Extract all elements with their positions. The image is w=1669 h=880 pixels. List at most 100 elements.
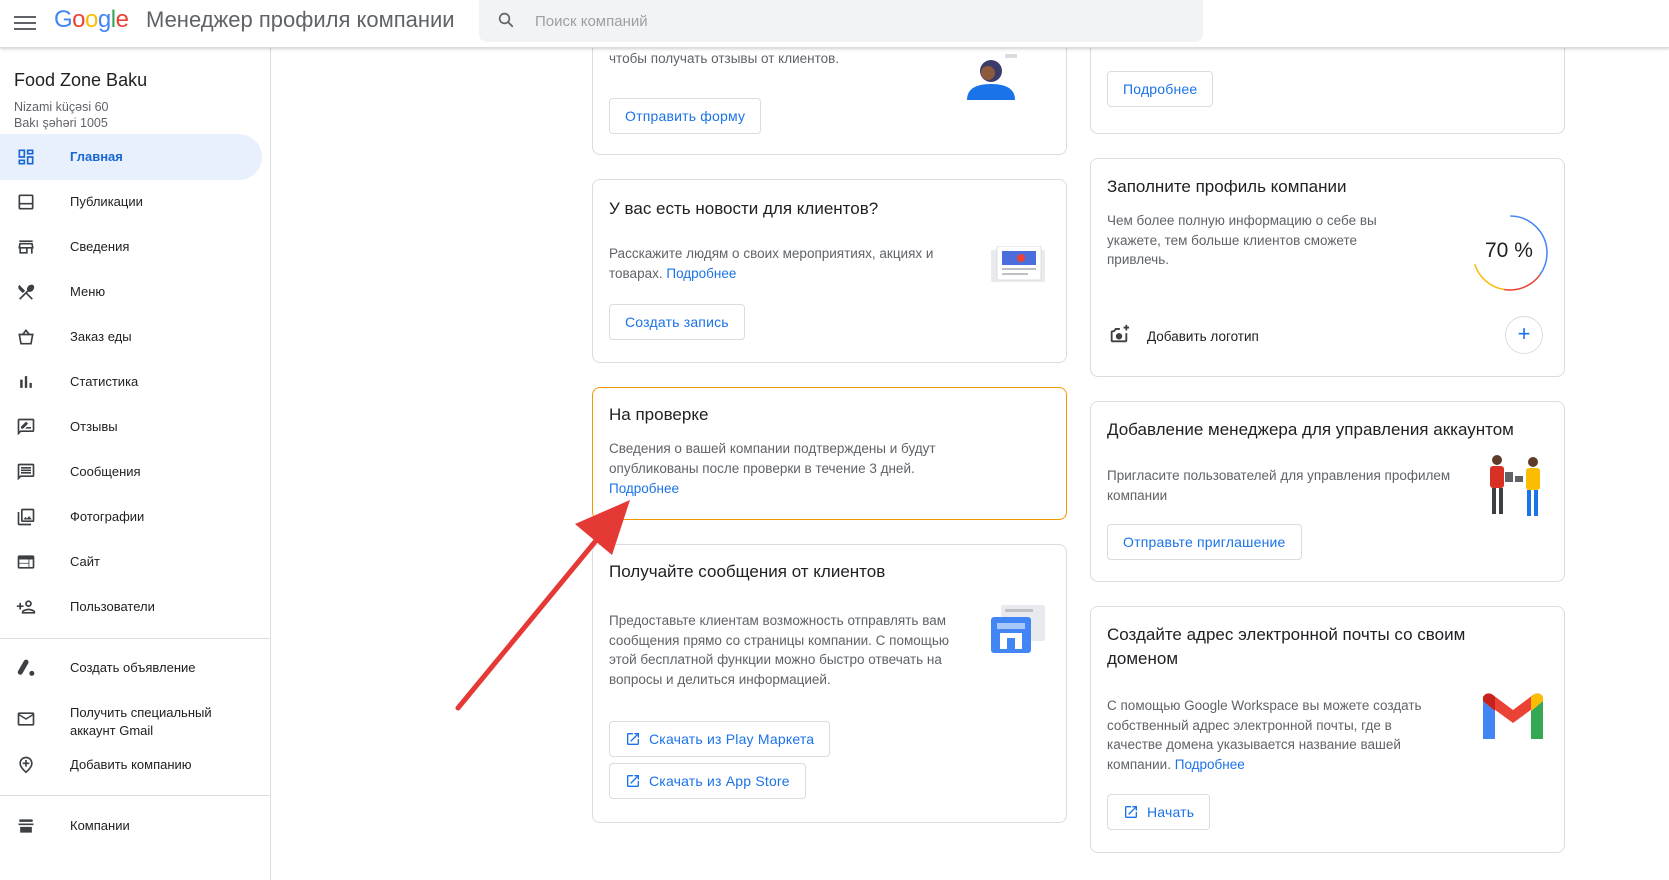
start-button[interactable]: Начать (1107, 794, 1211, 830)
sidebar-item-posts[interactable]: Публикации (0, 179, 262, 225)
card-description: С помощью Google Workspace вы можете соз… (1107, 698, 1422, 772)
review-request-card: чтобы получать отзывы от клиентов. Отпра… (592, 30, 1067, 155)
card-description: Предоставьте клиентам возможность отправ… (609, 613, 950, 687)
annotation-arrow (455, 500, 630, 711)
complete-profile-card: Заполните профиль компании Чем более пол… (1090, 158, 1565, 377)
news-illustration-icon (991, 246, 1045, 282)
web-icon (17, 555, 35, 569)
external-link-icon (627, 733, 639, 745)
learn-more-link[interactable]: Подробнее (609, 481, 679, 496)
card-title: У вас есть новости для клиентов? (609, 199, 879, 218)
sidebar-item-label: Заказ еды (70, 329, 132, 344)
card-description: Пригласите пользователей для управления … (1107, 468, 1451, 503)
sidebar-item-label: Фотографии (70, 509, 145, 524)
send-form-button[interactable]: Отправить форму (609, 98, 762, 134)
sidebar-item-messages[interactable]: Сообщения (0, 449, 262, 495)
person-add-icon (16, 600, 36, 614)
sidebar-item-home[interactable]: Главная (0, 134, 262, 180)
sidebar-item-reviews[interactable]: Отзывы (0, 404, 262, 450)
download-play-market-button[interactable]: Скачать из Play Маркета (609, 721, 831, 757)
posts-icon (18, 194, 34, 210)
card-title: Создайте адрес электронной почты со свои… (1107, 625, 1466, 668)
sidebar-item-businesses[interactable]: Компании (0, 803, 262, 849)
sidebar-divider (0, 795, 270, 796)
card-title: На проверке (609, 405, 709, 424)
team-illustration-icon (1490, 455, 1540, 516)
add-logo-button[interactable]: + (1505, 316, 1543, 354)
send-invite-button[interactable]: Отправьте приглашение (1107, 524, 1302, 560)
sidebar-item-users[interactable]: Пользователи (0, 584, 262, 630)
sidebar-item-label: Добавить компанию (70, 757, 192, 772)
google-ads-icon (17, 659, 35, 676)
main-menu-icon[interactable] (14, 12, 36, 34)
learn-more-button[interactable]: Подробнее (1107, 71, 1214, 107)
app-title: Менеджер профиля компании (146, 7, 455, 32)
profile-completion-percent: 70 % (1485, 239, 1533, 262)
external-link-icon (1125, 806, 1137, 818)
bar-chart-icon (20, 376, 32, 388)
add-photo-icon (1110, 324, 1130, 343)
download-app-store-button[interactable]: Скачать из App Store (609, 763, 806, 799)
under-review-card: На проверке Сведения о вашей компании по… (592, 387, 1067, 520)
sidebar-item-menu[interactable]: Меню (0, 269, 262, 315)
card-title: Заполните профиль компании (1107, 177, 1347, 196)
create-post-button[interactable]: Создать запись (609, 304, 745, 340)
sidebar-item-label: Компании (70, 818, 130, 833)
sidebar-item-label: Статистика (70, 374, 139, 389)
sidebar-item-info[interactable]: Сведения (0, 224, 262, 270)
sidebar-item-label: Главная (70, 149, 123, 164)
storefront-illustration-icon (991, 605, 1045, 653)
card-description: чтобы получать отзывы от клиентов. (609, 51, 840, 66)
top-bar: Google Менеджер профиля компании (0, 0, 1669, 48)
sidebar-item-label: Сообщения (70, 464, 141, 479)
sidebar-item-label: Получить специальный аккаунт Gmail (70, 705, 212, 738)
add-logo-label: Добавить логотип (1147, 329, 1259, 344)
rate-review-icon (17, 418, 35, 436)
card-description: Сведения о вашей компании подтверждены и… (609, 441, 936, 476)
sidebar-item-gmail-account[interactable]: Получить специальный аккаунт Gmail (0, 696, 262, 742)
search-icon[interactable] (497, 11, 515, 29)
food-order-icon (18, 328, 34, 345)
dashboard-icon (18, 149, 34, 165)
sidebar-item-label: Отзывы (70, 419, 118, 434)
customer-messages-card: Получайте сообщения от клиентов Предоста… (592, 544, 1067, 823)
sidebar-item-stats[interactable]: Статистика (0, 359, 262, 405)
restaurant-icon (18, 284, 35, 300)
card-description: Чем более полную информацию о себе вы ук… (1107, 213, 1377, 267)
mail-icon (17, 712, 35, 726)
sidebar-item-label: Пользователи (70, 599, 155, 614)
sidebar-divider (0, 638, 270, 639)
sidebar-item-photos[interactable]: Фотографии (0, 494, 262, 540)
business-name: Food Zone Baku (14, 70, 148, 90)
sidebar-item-label: Публикации (70, 194, 143, 209)
sidebar-item-food-order[interactable]: Заказ еды (0, 314, 262, 360)
google-logo: Google (54, 6, 129, 33)
message-icon (17, 463, 35, 481)
add-location-icon (19, 756, 33, 774)
gmail-logo-icon (1483, 693, 1543, 739)
external-link-icon (627, 775, 639, 787)
person-illustration-icon (967, 54, 1017, 100)
sidebar-item-label: Создать объявление (70, 660, 196, 675)
business-address: Nizami küçəsi 60 Bakı şəhəri 1005 (14, 100, 109, 130)
search-bar[interactable] (479, 0, 1203, 42)
card-description: Расскажите людям о своих мероприятиях, а… (609, 246, 934, 281)
storefront-icon (18, 240, 34, 254)
sidebar-item-website[interactable]: Сайт (0, 539, 262, 585)
custom-email-card: Создайте адрес электронной почты со свои… (1090, 606, 1565, 853)
sidebar-item-create-ad[interactable]: Создать объявление (0, 645, 262, 691)
photo-library-icon (17, 508, 35, 526)
sidebar-item-label: Сайт (70, 554, 100, 569)
learn-more-link[interactable]: Подробнее (666, 266, 736, 281)
add-manager-card: Добавление менеджера для управления акка… (1090, 401, 1565, 582)
sidebar-item-label: Меню (70, 284, 106, 299)
search-input[interactable] (535, 8, 1135, 34)
card-title: Получайте сообщения от клиентов (609, 562, 886, 581)
businesses-icon (18, 819, 34, 833)
news-card: У вас есть новости для клиентов? Расскаж… (592, 179, 1067, 363)
learn-more-link[interactable]: Подробнее (1175, 757, 1245, 772)
sidebar: Food Zone Baku Nizami küçəsi 60 Bakı şəh… (0, 48, 271, 880)
card-title: Добавление менеджера для управления акка… (1107, 420, 1514, 439)
sidebar-item-label: Сведения (70, 239, 130, 254)
sidebar-item-add-business[interactable]: Добавить компанию (0, 742, 262, 788)
